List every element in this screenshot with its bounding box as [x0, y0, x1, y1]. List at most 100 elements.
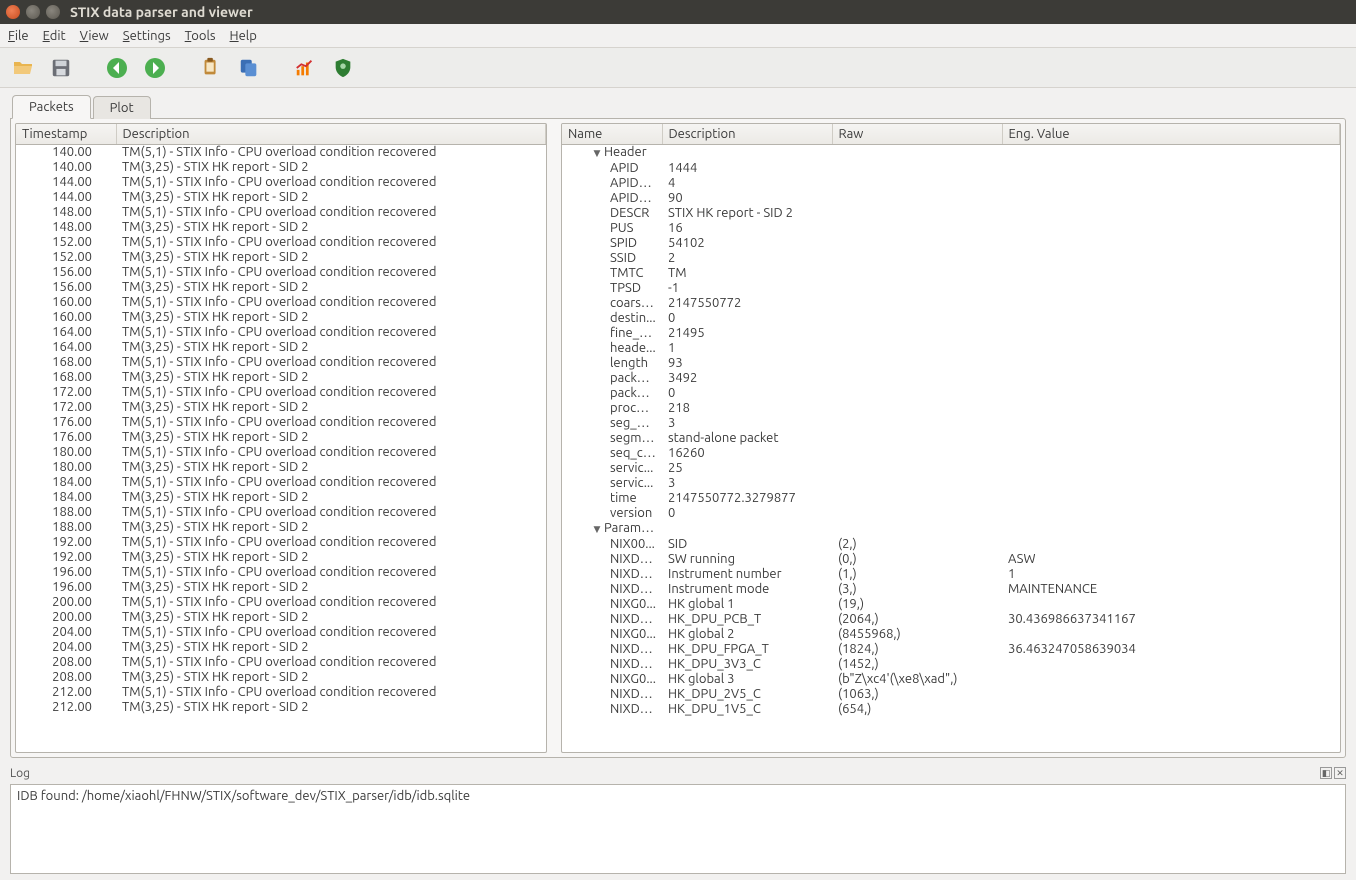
table-row[interactable]: 140.00TM(5,1) - STIX Info - CPU overload…: [16, 144, 546, 160]
expand-arrow-icon[interactable]: ▼: [592, 146, 602, 161]
table-row[interactable]: 144.00TM(3,25) - STIX HK report - SID 2: [16, 190, 546, 205]
table-row[interactable]: 188.00TM(5,1) - STIX Info - CPU overload…: [16, 505, 546, 520]
tree-row[interactable]: PUS16: [562, 221, 1340, 236]
clipboard-button[interactable]: [196, 53, 226, 83]
table-row[interactable]: 204.00TM(3,25) - STIX HK report - SID 2: [16, 640, 546, 655]
table-row[interactable]: 144.00TM(5,1) - STIX Info - CPU overload…: [16, 175, 546, 190]
table-row[interactable]: 152.00TM(5,1) - STIX Info - CPU overload…: [16, 235, 546, 250]
tree-row[interactable]: NIXD0...HK_DPU_2V5_C(1063,): [562, 687, 1340, 702]
tree-row[interactable]: fine_ti...21495: [562, 326, 1340, 341]
table-row[interactable]: 160.00TM(5,1) - STIX Info - CPU overload…: [16, 295, 546, 310]
tree-row[interactable]: NIXD0...SW running(0,)ASW: [562, 552, 1340, 567]
tree-row[interactable]: NIXG0...HK global 1(19,): [562, 597, 1340, 612]
table-row[interactable]: 180.00TM(3,25) - STIX HK report - SID 2: [16, 460, 546, 475]
table-row[interactable]: 172.00TM(5,1) - STIX Info - CPU overload…: [16, 385, 546, 400]
tree-row[interactable]: NIXD0...HK_DPU_3V3_C(1452,): [562, 657, 1340, 672]
tree-row[interactable]: segme...stand-alone packet: [562, 431, 1340, 446]
table-row[interactable]: 156.00TM(5,1) - STIX Info - CPU overload…: [16, 265, 546, 280]
tree-row[interactable]: DESCRSTIX HK report - SID 2: [562, 206, 1340, 221]
tree-row[interactable]: NIXG0...HK global 2(8455968,): [562, 627, 1340, 642]
open-button[interactable]: [8, 53, 38, 83]
tree-row[interactable]: packet...3492: [562, 371, 1340, 386]
menu-settings[interactable]: Settings: [123, 29, 171, 43]
table-row[interactable]: 140.00TM(3,25) - STIX HK report - SID 2: [16, 160, 546, 175]
table-row[interactable]: 196.00TM(5,1) - STIX Info - CPU overload…: [16, 565, 546, 580]
table-row[interactable]: 196.00TM(3,25) - STIX HK report - SID 2: [16, 580, 546, 595]
table-row[interactable]: 184.00TM(3,25) - STIX HK report - SID 2: [16, 490, 546, 505]
tree-row[interactable]: time2147550772.3279877: [562, 491, 1340, 506]
tree-row[interactable]: seq_co...16260: [562, 446, 1340, 461]
menu-help[interactable]: Help: [230, 29, 257, 43]
shield-button[interactable]: [328, 53, 358, 83]
table-row[interactable]: 208.00TM(3,25) - STIX HK report - SID 2: [16, 670, 546, 685]
tree-row[interactable]: ▼Header: [562, 144, 1340, 161]
tree-row[interactable]: NIXD0...Instrument number(1,)1: [562, 567, 1340, 582]
chart-button[interactable]: [290, 53, 320, 83]
tab-packets[interactable]: Packets: [12, 95, 91, 119]
table-row[interactable]: 200.00TM(3,25) - STIX HK report - SID 2: [16, 610, 546, 625]
tab-plot[interactable]: Plot: [93, 96, 151, 119]
tree-row[interactable]: version0: [562, 506, 1340, 521]
tree-row[interactable]: APID1444: [562, 161, 1340, 176]
table-row[interactable]: 200.00TM(5,1) - STIX Info - CPU overload…: [16, 595, 546, 610]
table-row[interactable]: 188.00TM(3,25) - STIX HK report - SID 2: [16, 520, 546, 535]
log-detach-icon[interactable]: ◧: [1320, 767, 1332, 779]
tree-row[interactable]: seg_flag3: [562, 416, 1340, 431]
tree-row[interactable]: APID_p...90: [562, 191, 1340, 206]
col-timestamp[interactable]: Timestamp: [16, 124, 116, 144]
col-raw[interactable]: Raw: [832, 124, 1002, 144]
copy-button[interactable]: [234, 53, 264, 83]
table-row[interactable]: 184.00TM(5,1) - STIX Info - CPU overload…: [16, 475, 546, 490]
table-row[interactable]: 148.00TM(5,1) - STIX Info - CPU overload…: [16, 205, 546, 220]
table-row[interactable]: 164.00TM(5,1) - STIX Info - CPU overload…: [16, 325, 546, 340]
tree-row[interactable]: servic...25: [562, 461, 1340, 476]
tree-row[interactable]: coarse...2147550772: [562, 296, 1340, 311]
tree-row[interactable]: NIX00...SID(2,): [562, 537, 1340, 552]
tree-row[interactable]: proces...218: [562, 401, 1340, 416]
col-eng[interactable]: Eng. Value: [1002, 124, 1340, 144]
tree-row[interactable]: SPID54102: [562, 236, 1340, 251]
tree-row[interactable]: servic...3: [562, 476, 1340, 491]
table-row[interactable]: 204.00TM(5,1) - STIX Info - CPU overload…: [16, 625, 546, 640]
tree-row[interactable]: NIXG0...HK global 3(b"Z\xc4'(\xe8\xad",): [562, 672, 1340, 687]
tree-row[interactable]: TPSD-1: [562, 281, 1340, 296]
tree-row[interactable]: NIXD0...HK_DPU_PCB_T(2064,)30.4369866373…: [562, 612, 1340, 627]
window-close-icon[interactable]: [6, 5, 20, 19]
table-row[interactable]: 192.00TM(3,25) - STIX HK report - SID 2: [16, 550, 546, 565]
window-maximize-icon[interactable]: [46, 5, 60, 19]
tree-row[interactable]: NIXD0...HK_DPU_1V5_C(654,): [562, 702, 1340, 717]
tree-row[interactable]: TMTCTM: [562, 266, 1340, 281]
tree-row[interactable]: NIXD0...HK_DPU_FPGA_T(1824,)36.463247058…: [562, 642, 1340, 657]
table-row[interactable]: 156.00TM(3,25) - STIX HK report - SID 2: [16, 280, 546, 295]
window-minimize-icon[interactable]: [26, 5, 40, 19]
table-row[interactable]: 192.00TM(5,1) - STIX Info - CPU overload…: [16, 535, 546, 550]
tree-row[interactable]: ▼Parameters: [562, 521, 1340, 537]
table-row[interactable]: 176.00TM(5,1) - STIX Info - CPU overload…: [16, 415, 546, 430]
col-description-r[interactable]: Description: [662, 124, 832, 144]
save-button[interactable]: [46, 53, 76, 83]
col-name[interactable]: Name: [562, 124, 662, 144]
expand-arrow-icon[interactable]: ▼: [592, 522, 602, 537]
table-row[interactable]: 160.00TM(3,25) - STIX HK report - SID 2: [16, 310, 546, 325]
tree-row[interactable]: destin...0: [562, 311, 1340, 326]
table-row[interactable]: 212.00TM(3,25) - STIX HK report - SID 2: [16, 700, 546, 715]
table-row[interactable]: 152.00TM(3,25) - STIX HK report - SID 2: [16, 250, 546, 265]
tree-row[interactable]: heade...1: [562, 341, 1340, 356]
forward-button[interactable]: [140, 53, 170, 83]
packets-table-wrap[interactable]: Timestamp Description 140.00TM(5,1) - ST…: [15, 123, 547, 753]
detail-tree-wrap[interactable]: Name Description Raw Eng. Value ▼HeaderA…: [561, 123, 1341, 753]
tree-row[interactable]: length93: [562, 356, 1340, 371]
table-row[interactable]: 176.00TM(3,25) - STIX HK report - SID 2: [16, 430, 546, 445]
menu-view[interactable]: View: [80, 29, 109, 43]
menu-file[interactable]: File: [8, 29, 29, 43]
log-box[interactable]: IDB found: /home/xiaohl/FHNW/STIX/softwa…: [10, 784, 1346, 874]
table-row[interactable]: 168.00TM(3,25) - STIX HK report - SID 2: [16, 370, 546, 385]
tree-row[interactable]: packet...0: [562, 386, 1340, 401]
tree-row[interactable]: SSID2: [562, 251, 1340, 266]
menu-edit[interactable]: Edit: [43, 29, 66, 43]
tree-row[interactable]: APID_p...4: [562, 176, 1340, 191]
col-description[interactable]: Description: [116, 124, 546, 144]
table-row[interactable]: 208.00TM(5,1) - STIX Info - CPU overload…: [16, 655, 546, 670]
table-row[interactable]: 168.00TM(5,1) - STIX Info - CPU overload…: [16, 355, 546, 370]
back-button[interactable]: [102, 53, 132, 83]
